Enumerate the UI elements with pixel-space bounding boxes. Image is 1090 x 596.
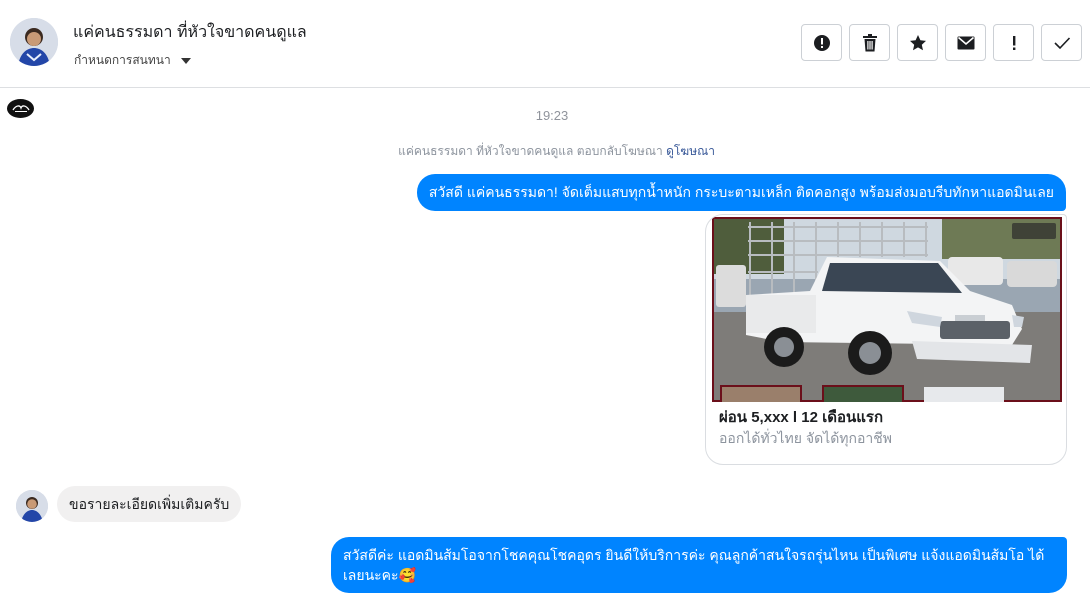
delete-button[interactable] [849,24,890,61]
alert-circle-icon [813,34,830,51]
outgoing-message-reply[interactable]: สวัสดีค่ะ แอดมินส้มโอจากโชคคุณโชคอุดร ยิ… [331,537,1067,593]
user-avatar[interactable] [16,490,48,522]
trash-icon [862,33,877,51]
conversation-settings-dropdown[interactable]: กำหนดการสนทนา [74,51,191,70]
ad-subtitle: ออกได้ทั่วไทย จัดได้ทุกอาชีพ [719,430,893,446]
spam-button[interactable] [993,24,1034,61]
ad-image [712,217,1062,402]
star-icon [909,34,926,50]
ad-title: ผ่อน 5,xxx l 12 เดือนแรก [719,409,884,426]
view-ad-link[interactable]: ดูโฆษณา [666,144,715,158]
conversation-settings-label: กำหนดการสนทนา [74,53,171,67]
message-timestamp: 19:23 [535,108,569,123]
star-button[interactable] [897,24,938,61]
ad-card[interactable]: ผ่อน 5,xxx l 12 เดือนแรก ออกได้ทั่วไทย จ… [705,214,1067,465]
exclamation-icon [1012,35,1015,50]
outgoing-message[interactable]: สวัสดี แค่คนธรรมดา! จัดเต็มแสบทุกน้ำหนัก… [416,174,1066,211]
done-button[interactable] [1041,24,1082,61]
header-toolbar [801,24,1082,61]
mark-unread-button[interactable] [945,24,986,61]
incoming-message[interactable]: ขอรายละเอียดเพิ่มเติมครับ [57,486,242,522]
contact-name[interactable]: แค่คนธรรมดา ที่หัวใจขาดคนดูแล [73,20,307,45]
checkmark-icon [1053,36,1070,49]
caret-down-icon [180,57,191,64]
ad-reply-note: แค่คนธรรมดา ที่หัวใจขาดคนดูแล ตอบกลับโฆษ… [398,142,715,161]
conversation-header: แค่คนธรรมดา ที่หัวใจขาดคนดูแล กำหนดการสน… [0,0,1090,88]
ad-reply-text: แค่คนธรรมดา ที่หัวใจขาดคนดูแล ตอบกลับโฆษ… [398,144,663,158]
contact-avatar[interactable] [10,18,58,66]
report-button[interactable] [801,24,842,61]
envelope-icon [957,36,974,49]
